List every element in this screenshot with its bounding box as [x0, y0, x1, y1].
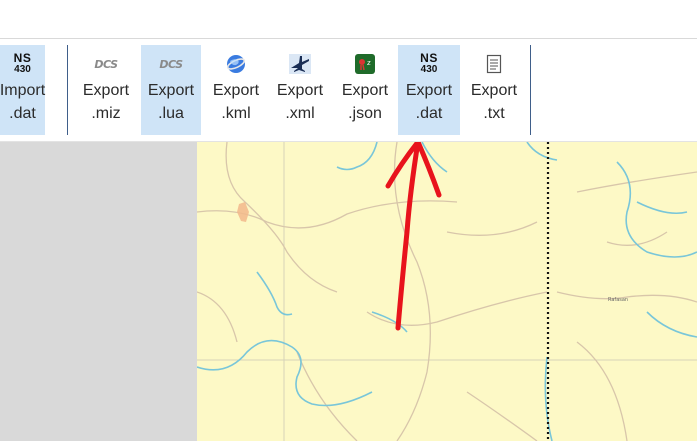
export-kml-button[interactable]: Export .kml	[207, 45, 265, 135]
text-file-icon	[486, 49, 502, 79]
button-label-line1: Export	[341, 82, 389, 99]
export-txt-button[interactable]: Export .txt	[464, 45, 524, 135]
button-label-line1: Export	[470, 82, 518, 99]
export-lua-button[interactable]: DCS Export .lua	[141, 45, 201, 135]
export-miz-button[interactable]: DCS Export .miz	[77, 45, 135, 135]
button-label-line2: .lua	[158, 105, 184, 122]
button-label-line2: .miz	[91, 105, 121, 122]
button-label-line1: Import	[0, 82, 46, 99]
ribbon-separator	[67, 45, 68, 135]
import-dat-button[interactable]: NS 430 Import .dat	[0, 45, 45, 135]
button-label-line2: .dat	[415, 105, 443, 122]
dcs-icon: DCS	[159, 57, 183, 71]
map-background	[197, 142, 697, 441]
ribbon-toolbar: NS 430 Import .dat DCS Export .miz DCS Ex…	[0, 39, 697, 142]
button-label-line2: .json	[348, 105, 382, 122]
button-label-line1: Export	[147, 82, 195, 99]
green-app-icon: z	[354, 49, 376, 79]
button-label-line1: Export	[276, 82, 324, 99]
button-label-line2: .kml	[221, 105, 251, 122]
button-label-line2: .xml	[285, 105, 315, 122]
map-view[interactable]: Rafasan	[196, 139, 697, 442]
button-label-line1: Export	[82, 82, 130, 99]
ns430-icon: NS 430	[420, 51, 438, 75]
map-canvas: Rafasan	[196, 139, 697, 442]
ribbon-separator	[530, 45, 531, 135]
svg-text:z: z	[367, 59, 371, 67]
button-label-line1: Export	[212, 82, 260, 99]
ns430-icon: NS 430	[13, 51, 32, 75]
export-dat-button[interactable]: NS 430 Export .dat	[398, 45, 460, 135]
globe-icon	[225, 49, 247, 79]
export-json-button[interactable]: z Export .json	[335, 45, 395, 135]
button-label-line2: .dat	[9, 105, 36, 122]
title-bar	[0, 0, 697, 39]
jet-icon	[288, 49, 312, 79]
dcs-icon: DCS	[94, 57, 118, 71]
side-panel	[0, 142, 197, 441]
button-label-line1: Export	[405, 82, 453, 99]
town-label: Rafasan	[608, 297, 628, 303]
export-xml-button[interactable]: Export .xml	[271, 45, 329, 135]
button-label-line2: .txt	[483, 105, 505, 122]
